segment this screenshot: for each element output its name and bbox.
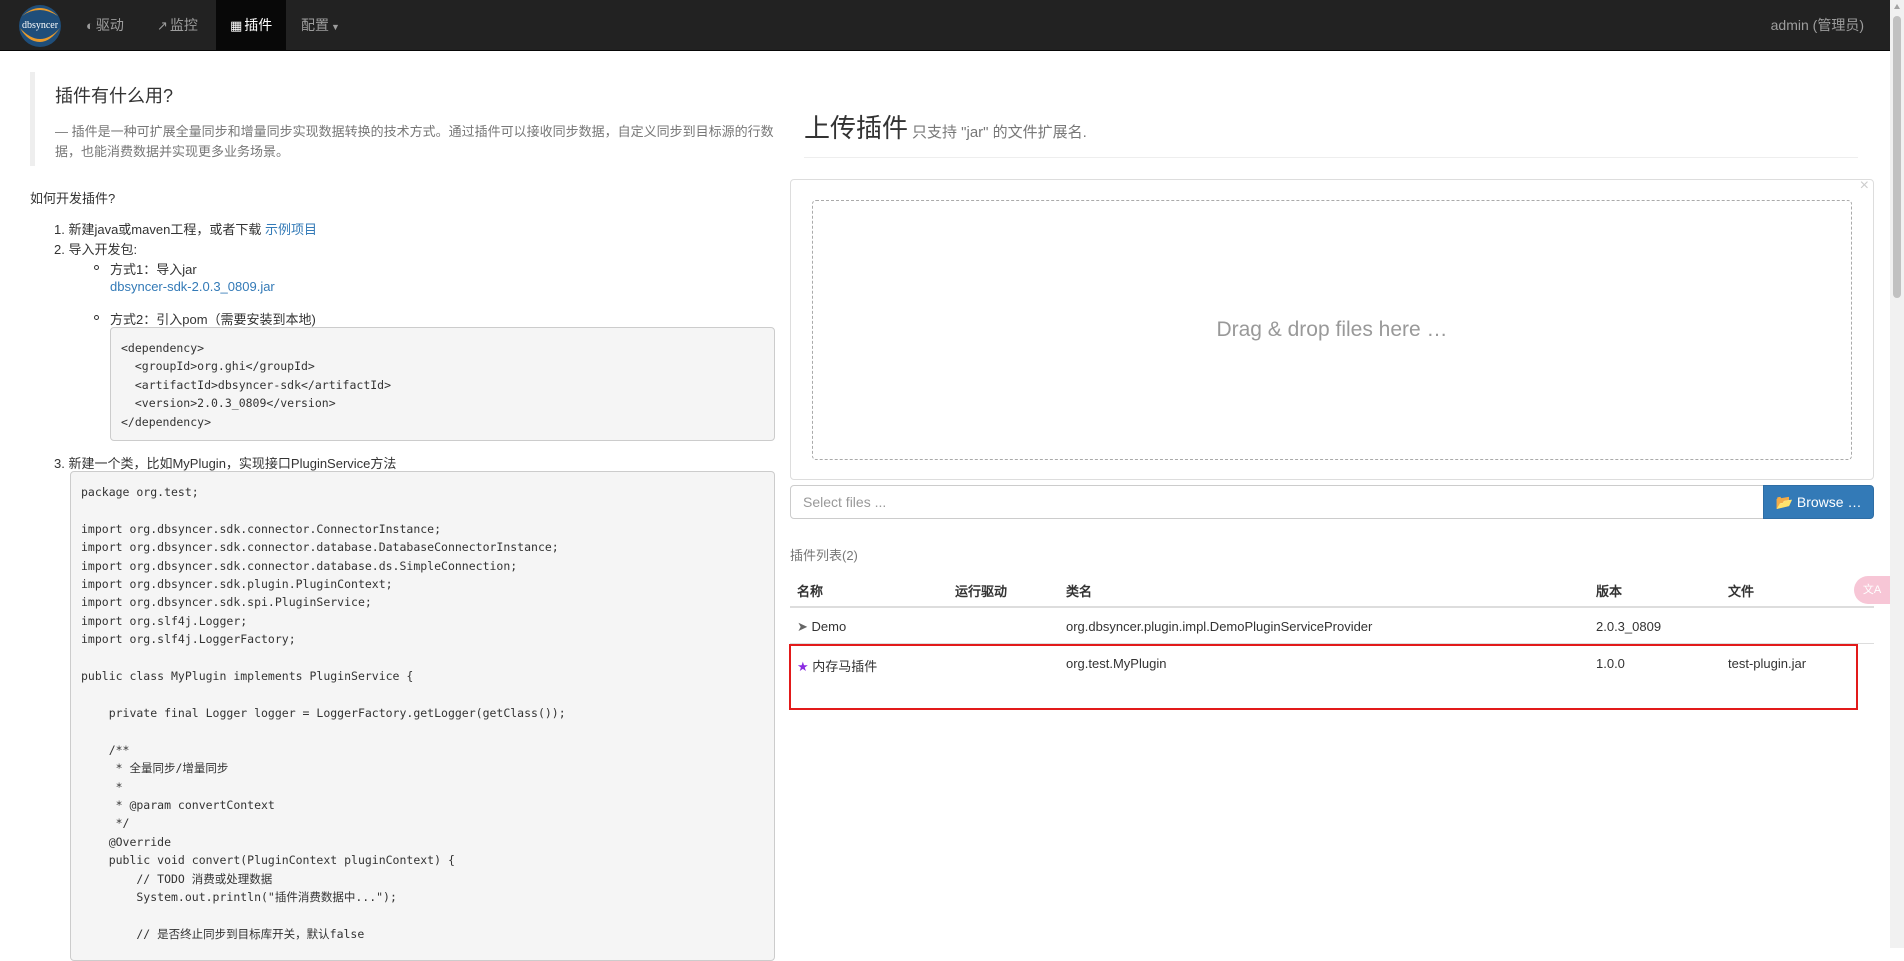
line-chart-icon: ↗ bbox=[157, 18, 168, 33]
plugin-list-count: 插件列表(2) bbox=[790, 548, 858, 563]
col-header-driver: 运行驱动 bbox=[955, 584, 1008, 599]
table-header-border bbox=[790, 606, 1874, 608]
browse-label: Browse … bbox=[1796, 494, 1862, 510]
plug-icon: ➤ bbox=[797, 619, 808, 634]
nav-label: 监控 bbox=[169, 17, 198, 33]
plugin-version: 2.0.3_0809 bbox=[1596, 619, 1662, 634]
dbsyncer-logo[interactable]: dbsyncer bbox=[14, 2, 66, 49]
col-header-name: 名称 bbox=[797, 584, 824, 599]
nav-item-plugins[interactable]: ▦ 插件 bbox=[216, 0, 286, 51]
nav-label: 配置 bbox=[301, 17, 329, 33]
step-1-text: 1. 新建java或maven工程，或者下载 bbox=[54, 222, 265, 237]
list-bullet bbox=[94, 315, 99, 320]
step-3: 3. 新建一个类，比如MyPlugin，实现接口PluginService方法 bbox=[54, 456, 397, 471]
col-header-class: 类名 bbox=[1066, 584, 1093, 599]
close-icon[interactable]: × bbox=[1860, 177, 1869, 195]
table-row: ➤ Demo bbox=[797, 619, 846, 635]
browse-button[interactable]: 📂 Browse … bbox=[1763, 485, 1874, 519]
pom-code-block: <dependency> <groupId>org.ghi</groupId> … bbox=[110, 327, 775, 441]
nav-item-drivers[interactable]: ◐ 驱动 bbox=[72, 0, 138, 51]
drop-zone-text: Drag & drop files here … bbox=[1216, 318, 1448, 341]
scroll-thumb[interactable] bbox=[1893, 16, 1901, 298]
nav-label: 插件 bbox=[244, 17, 273, 33]
upload-heading: 上传插件 只支持 "jar" 的文件扩展名. bbox=[804, 108, 1087, 145]
caret-down-icon: ▼ bbox=[331, 22, 340, 32]
folder-open-icon: 📂 bbox=[1775, 494, 1793, 510]
user-menu[interactable]: admin (管理员) bbox=[1771, 0, 1864, 51]
example-project-link[interactable]: 示例项目 bbox=[265, 222, 317, 237]
howto-title: 如何开发插件? bbox=[30, 191, 116, 206]
logo-text: dbsyncer bbox=[22, 20, 59, 31]
plugin-name: Demo bbox=[811, 619, 847, 634]
step-2: 2. 导入开发包: bbox=[54, 242, 138, 257]
list-bullet bbox=[94, 265, 99, 270]
puzzle-icon: ▦ bbox=[230, 18, 243, 33]
intro-text: — 插件是一种可扩展全量同步和增量同步实现数据转换的技术方式。通过插件可以接收同… bbox=[55, 124, 774, 159]
translate-float-button[interactable]: 文A bbox=[1854, 576, 1890, 604]
file-drop-panel: × Drag & drop files here … bbox=[790, 177, 1874, 480]
drop-zone[interactable]: Drag & drop files here … bbox=[812, 200, 1852, 460]
highlight-box bbox=[789, 644, 1858, 710]
divider bbox=[804, 157, 1858, 158]
file-path-input[interactable]: Select files ... bbox=[790, 485, 1764, 519]
upload-title: 上传插件 bbox=[804, 113, 909, 143]
nav-item-config[interactable]: 配置 ▼ bbox=[287, 0, 354, 51]
col-header-version: 版本 bbox=[1596, 584, 1623, 599]
upload-subtitle: 只支持 "jar" 的文件扩展名. bbox=[912, 124, 1087, 141]
top-navbar: dbsyncer ◐ 驱动 ↗ 监控 ▦ 插件 配置 ▼ admin (管理员) bbox=[0, 0, 1890, 51]
nav-item-monitor[interactable]: ↗ 监控 bbox=[143, 0, 212, 51]
step-1: 1. 新建java或maven工程，或者下载 示例项目 bbox=[54, 219, 317, 238]
sdk-jar-link[interactable]: dbsyncer-sdk-2.0.3_0809.jar bbox=[110, 279, 275, 294]
intro-blockquote: 插件有什么用? — 插件是一种可扩展全量同步和增量同步实现数据转换的技术方式。通… bbox=[30, 72, 774, 166]
page-scrollbar[interactable] bbox=[1890, 0, 1904, 948]
intro-title: 插件有什么用? bbox=[55, 86, 174, 106]
method-1: 方式1：导入jar bbox=[110, 262, 197, 277]
nav-label: 驱动 bbox=[95, 17, 124, 33]
dashboard-icon: ◐ bbox=[86, 18, 94, 33]
java-code-block: package org.test; import org.dbsyncer.sd… bbox=[70, 471, 775, 961]
plugin-class: org.dbsyncer.plugin.impl.DemoPluginServi… bbox=[1066, 619, 1373, 634]
col-header-file: 文件 bbox=[1728, 584, 1755, 599]
method-2: 方式2：引入pom（需要安装到本地) bbox=[110, 312, 316, 327]
scroll-up-arrow-icon[interactable] bbox=[1894, 4, 1900, 9]
